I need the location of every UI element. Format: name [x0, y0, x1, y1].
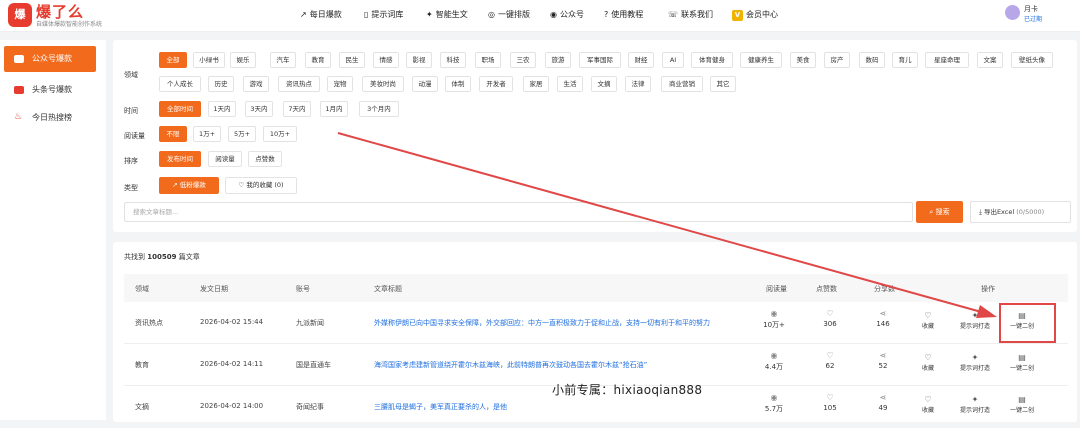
annotation-arrow-head	[976, 305, 997, 318]
watermark-text: 小前专属：hixiaoqian888	[552, 383, 703, 397]
annotation-arrow	[337, 132, 997, 318]
annotation-arrow-line	[337, 132, 986, 314]
